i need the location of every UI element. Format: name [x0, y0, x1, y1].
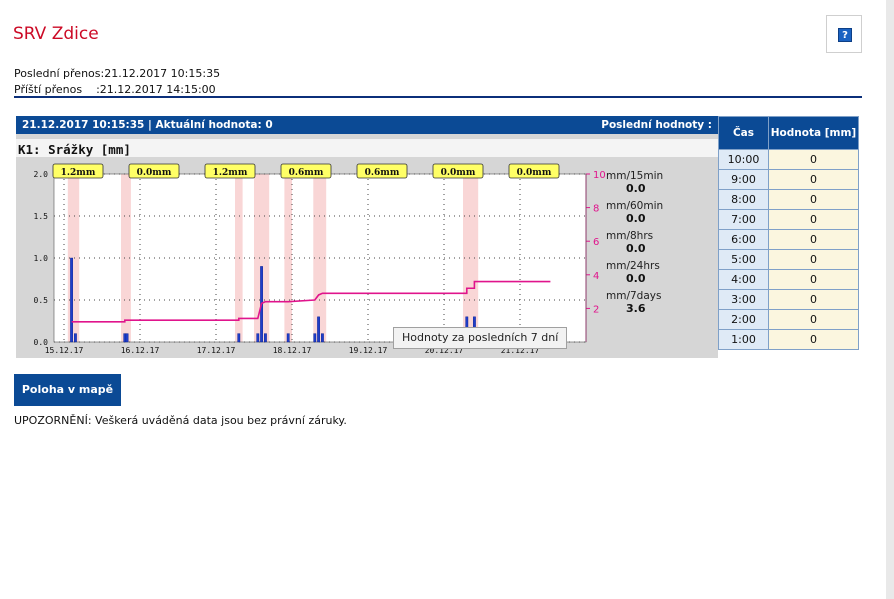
- rain-bar: [237, 333, 241, 343]
- col-value: Hodnota [mm]: [768, 116, 859, 150]
- row-value: 0: [768, 229, 859, 250]
- day-total-label: 0.6mm: [289, 168, 324, 178]
- stat-7days: mm/7days 3.6: [606, 290, 716, 315]
- table-row: 8:00 0: [718, 189, 859, 210]
- stat-60min: mm/60min 0.0: [606, 200, 716, 225]
- rain-bar: [313, 333, 317, 343]
- stat-24hrs: mm/24hrs 0.0: [606, 260, 716, 285]
- help-button[interactable]: ?: [826, 15, 862, 53]
- row-value: 0: [768, 249, 859, 270]
- stat-label: mm/8hrs: [606, 230, 654, 242]
- day-total-label: 1.2mm: [213, 168, 248, 178]
- row-time: 10:00: [718, 149, 769, 170]
- last-values-label: Poslední hodnoty :: [601, 119, 712, 131]
- day-total-label: 0.0mm: [441, 168, 476, 178]
- last-values-table: Čas Hodnota [mm] 10:00 0 9:00 0 8:00 0 7:00…: [718, 116, 859, 350]
- stat-label: mm/15min: [606, 170, 664, 182]
- row-value: 0: [768, 189, 859, 210]
- disclaimer: UPOZORNĚNÍ: Veškerá uváděná data jsou be…: [14, 414, 347, 427]
- row-value: 0: [768, 329, 859, 350]
- map-location-button[interactable]: Poloha v mapě: [14, 374, 121, 406]
- x-tick-label: 19.12.17: [349, 346, 388, 354]
- table-row: 9:00 0: [718, 169, 859, 190]
- stats-list: mm/15min 0.0 mm/60min 0.0 mm/8hrs 0.0 mm…: [606, 170, 716, 320]
- rain-bar: [70, 257, 74, 343]
- table-row: 10:00 0: [718, 149, 859, 170]
- y2-tick-label: 8: [593, 204, 599, 215]
- table-row: 6:00 0: [718, 229, 859, 250]
- header-divider: [14, 96, 862, 98]
- table-row: 2:00 0: [718, 309, 859, 330]
- row-time: 6:00: [718, 229, 769, 250]
- rain-bar: [321, 333, 324, 343]
- y2-tick-label: 4: [593, 271, 599, 282]
- station-title: SRV Zdice: [13, 24, 99, 44]
- stat-value: 3.6: [626, 302, 646, 315]
- row-time: 5:00: [718, 249, 769, 270]
- row-time: 8:00: [718, 189, 769, 210]
- day-total-label: 1.2mm: [61, 168, 96, 178]
- y-tick-label: 0.5: [34, 296, 49, 305]
- y-tick-label: 2.0: [34, 170, 49, 179]
- chart-title: K1: Srážky [mm]: [18, 142, 131, 157]
- y2-tick-label: 6: [593, 237, 599, 248]
- row-time: 2:00: [718, 309, 769, 330]
- day-total-label: 0.6mm: [365, 168, 400, 178]
- y-tick-label: 1.0: [34, 254, 49, 263]
- x-tick-label: 17.12.17: [197, 346, 236, 354]
- stat-label: mm/7days: [606, 290, 662, 302]
- rain-bar: [317, 316, 320, 343]
- stat-value: 0.0: [626, 212, 646, 225]
- y-tick-label: 1.5: [34, 212, 49, 221]
- row-time: 7:00: [718, 209, 769, 230]
- row-value: 0: [768, 149, 859, 170]
- x-tick-label: 16.12.17: [121, 346, 160, 354]
- y2-tick-label: 2: [593, 304, 599, 315]
- col-time: Čas: [718, 116, 769, 150]
- table-row: 5:00 0: [718, 249, 859, 270]
- table-header-row: Čas Hodnota [mm]: [718, 116, 859, 150]
- stat-value: 0.0: [626, 182, 646, 195]
- stat-label: mm/24hrs: [606, 260, 660, 272]
- day-total-label: 0.0mm: [137, 168, 172, 178]
- panel-header: 21.12.2017 10:15:35 | Aktuální hodnota: …: [16, 116, 718, 134]
- table-row: 7:00 0: [718, 209, 859, 230]
- y2-tick-label: 10: [593, 170, 606, 181]
- x-tick-label: 18.12.17: [273, 346, 312, 354]
- row-value: 0: [768, 289, 859, 310]
- row-value: 0: [768, 269, 859, 290]
- rain-bar: [125, 333, 129, 343]
- rain-bar: [123, 333, 127, 343]
- stat-15min: mm/15min 0.0: [606, 170, 716, 195]
- day-total-label: 0.0mm: [517, 168, 552, 178]
- rain-bar: [74, 333, 77, 343]
- table-row: 1:00 0: [718, 329, 859, 350]
- rain-bar: [286, 333, 290, 343]
- shaded-span: [463, 174, 479, 342]
- shaded-span: [235, 174, 243, 342]
- row-time: 1:00: [718, 329, 769, 350]
- stat-8hrs: mm/8hrs 0.0: [606, 230, 716, 255]
- stat-value: 0.0: [626, 272, 646, 285]
- row-value: 0: [768, 169, 859, 190]
- shaded-span: [284, 174, 292, 342]
- rain-bar: [256, 333, 260, 343]
- scrollbar[interactable]: [886, 0, 894, 599]
- stat-label: mm/60min: [606, 200, 664, 212]
- row-value: 0: [768, 309, 859, 330]
- row-time: 4:00: [718, 269, 769, 290]
- table-row: 3:00 0: [718, 289, 859, 310]
- help-icon: ?: [838, 28, 852, 42]
- stat-value: 0.0: [626, 242, 646, 255]
- row-time: 3:00: [718, 289, 769, 310]
- last-transfer: Poslední přenos:21.12.2017 10:15:35: [14, 67, 221, 80]
- current-status: 21.12.2017 10:15:35 | Aktuální hodnota: …: [22, 119, 273, 131]
- x-tick-label: 15.12.17: [45, 346, 84, 354]
- next-transfer: Příští přenos :21.12.2017 14:15:00: [14, 83, 216, 96]
- row-value: 0: [768, 209, 859, 230]
- chart-tooltip: Hodnoty za posledních 7 dní: [393, 327, 568, 349]
- rain-bar: [263, 333, 267, 343]
- table-row: 4:00 0: [718, 269, 859, 290]
- row-time: 9:00: [718, 169, 769, 190]
